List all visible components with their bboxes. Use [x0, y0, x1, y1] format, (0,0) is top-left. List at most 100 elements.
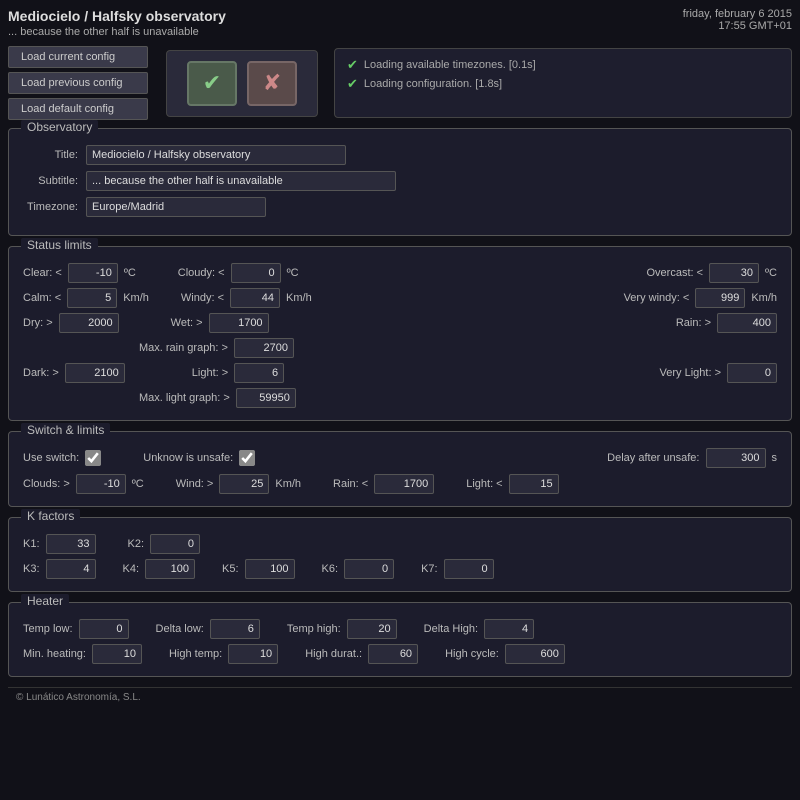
calm-input[interactable] — [67, 288, 117, 308]
timezone-row: Timezone: — [23, 197, 777, 217]
clear-unit: ºC — [124, 267, 136, 279]
app-subtitle: ... because the other half is unavailabl… — [8, 26, 226, 38]
windy-label: Windy: < — [181, 292, 224, 304]
min-heating-input[interactable] — [92, 644, 142, 664]
dry-label: Dry: > — [23, 317, 53, 329]
k-row1: K1: K2: — [23, 534, 777, 554]
sw-light-label: Light: < — [466, 478, 502, 490]
observatory-section-title: Observatory — [21, 120, 98, 134]
use-switch-checkbox[interactable] — [85, 450, 101, 466]
date-display: friday, february 6 2015 — [683, 8, 792, 20]
use-switch-label: Use switch: — [23, 452, 79, 464]
unknown-unsafe-label: Unknow is unsafe: — [143, 452, 233, 464]
k7-label: K7: — [421, 563, 438, 575]
k5-label: K5: — [222, 563, 239, 575]
delta-high-input[interactable] — [484, 619, 534, 639]
vwindy-input[interactable] — [695, 288, 745, 308]
k1-input[interactable] — [46, 534, 96, 554]
k5-input[interactable] — [245, 559, 295, 579]
min-heating-label: Min. heating: — [23, 648, 86, 660]
k2-label: K2: — [128, 538, 145, 550]
k2-input[interactable] — [150, 534, 200, 554]
k3-input[interactable] — [46, 559, 96, 579]
footer-text: © Lunático Astronomía, S.L. — [16, 692, 141, 703]
sw-rain-input[interactable] — [374, 474, 434, 494]
delta-low-input[interactable] — [210, 619, 260, 639]
high-durat-label: High durat.: — [305, 648, 362, 660]
header: Mediocielo / Halfsky observatory ... bec… — [8, 8, 792, 38]
high-durat-input[interactable] — [368, 644, 418, 664]
vlight-input[interactable] — [727, 363, 777, 383]
observatory-section: Observatory Title: Subtitle: Timezone: — [8, 128, 792, 236]
title-row: Title: — [23, 145, 777, 165]
log-text-1: Loading available timezones. [0.1s] — [364, 59, 536, 71]
heater-section: Heater Temp low: Delta low: Temp high: D… — [8, 602, 792, 677]
status-log: ✔ Loading available timezones. [0.1s] ✔ … — [334, 48, 792, 118]
row-max-light: Max. light graph: > — [23, 388, 777, 408]
rain-label: Rain: > — [676, 317, 711, 329]
log-text-2: Loading configuration. [1.8s] — [364, 78, 502, 90]
dry-input[interactable] — [59, 313, 119, 333]
row-clear-cloudy-overcast: Clear: < ºC Cloudy: < ºC Overcast: < ºC — [23, 263, 777, 283]
windy-input[interactable] — [230, 288, 280, 308]
app-container: Mediocielo / Halfsky observatory ... bec… — [0, 0, 800, 800]
delta-low-label: Delta low: — [156, 623, 204, 635]
unknown-unsafe-checkbox[interactable] — [239, 450, 255, 466]
temp-high-input[interactable] — [347, 619, 397, 639]
high-cycle-input[interactable] — [505, 644, 565, 664]
switch-row2: Clouds: > ºC Wind: > Km/h Rain: < Light:… — [23, 474, 777, 494]
sw-light-input[interactable] — [509, 474, 559, 494]
title-input[interactable] — [86, 145, 346, 165]
k7-input[interactable] — [444, 559, 494, 579]
sw-wind-unit: Km/h — [275, 478, 301, 490]
delay-label: Delay after unsafe: — [607, 452, 699, 464]
temp-low-input[interactable] — [79, 619, 129, 639]
wet-input[interactable] — [209, 313, 269, 333]
subtitle-input[interactable] — [86, 171, 396, 191]
subtitle-row: Subtitle: — [23, 171, 777, 191]
load-default-btn[interactable]: Load default config — [8, 98, 148, 120]
sw-wind-input[interactable] — [219, 474, 269, 494]
k6-input[interactable] — [344, 559, 394, 579]
k4-input[interactable] — [145, 559, 195, 579]
cloudy-unit: ºC — [287, 267, 299, 279]
title-label: Title: — [23, 149, 78, 161]
delay-input[interactable] — [706, 448, 766, 468]
timezone-input[interactable] — [86, 197, 266, 217]
k6-label: K6: — [322, 563, 339, 575]
light-input[interactable] — [234, 363, 284, 383]
load-previous-btn[interactable]: Load previous config — [8, 72, 148, 94]
max-rain-label: Max. rain graph: > — [139, 342, 228, 354]
heater-row1: Temp low: Delta low: Temp high: Delta Hi… — [23, 619, 777, 639]
sw-clouds-unit: ºC — [132, 478, 144, 490]
cloudy-label: Cloudy: < — [178, 267, 225, 279]
app-title: Mediocielo / Halfsky observatory — [8, 8, 226, 24]
action-buttons: ✔ ✘ — [166, 50, 318, 117]
switch-row1: Use switch: Unknow is unsafe: Delay afte… — [23, 448, 777, 468]
cancel-button[interactable]: ✘ — [247, 61, 297, 106]
log-line-2: ✔ Loading configuration. [1.8s] — [347, 76, 779, 92]
max-rain-input[interactable] — [234, 338, 294, 358]
confirm-button[interactable]: ✔ — [187, 61, 237, 106]
rain-input[interactable] — [717, 313, 777, 333]
clear-label: Clear: < — [23, 267, 62, 279]
overcast-label: Overcast: < — [646, 267, 703, 279]
overcast-input[interactable] — [709, 263, 759, 283]
high-cycle-label: High cycle: — [445, 648, 499, 660]
k-factors-title: K factors — [21, 509, 80, 523]
sw-wind-label: Wind: > — [176, 478, 214, 490]
switch-limits-section: Switch & limits Use switch: Unknow is un… — [8, 431, 792, 507]
sw-clouds-input[interactable] — [76, 474, 126, 494]
dark-input[interactable] — [65, 363, 125, 383]
max-light-input[interactable] — [236, 388, 296, 408]
top-bar: Load current config Load previous config… — [8, 46, 792, 120]
overcast-unit: ºC — [765, 267, 777, 279]
cloudy-input[interactable] — [231, 263, 281, 283]
k-row2: K3: K4: K5: K6: K7: — [23, 559, 777, 579]
high-temp-input[interactable] — [228, 644, 278, 664]
clear-input[interactable] — [68, 263, 118, 283]
log-check-icon-2: ✔ — [347, 76, 358, 92]
load-current-btn[interactable]: Load current config — [8, 46, 148, 68]
timezone-label: Timezone: — [23, 201, 78, 213]
status-limits-title: Status limits — [21, 238, 98, 252]
